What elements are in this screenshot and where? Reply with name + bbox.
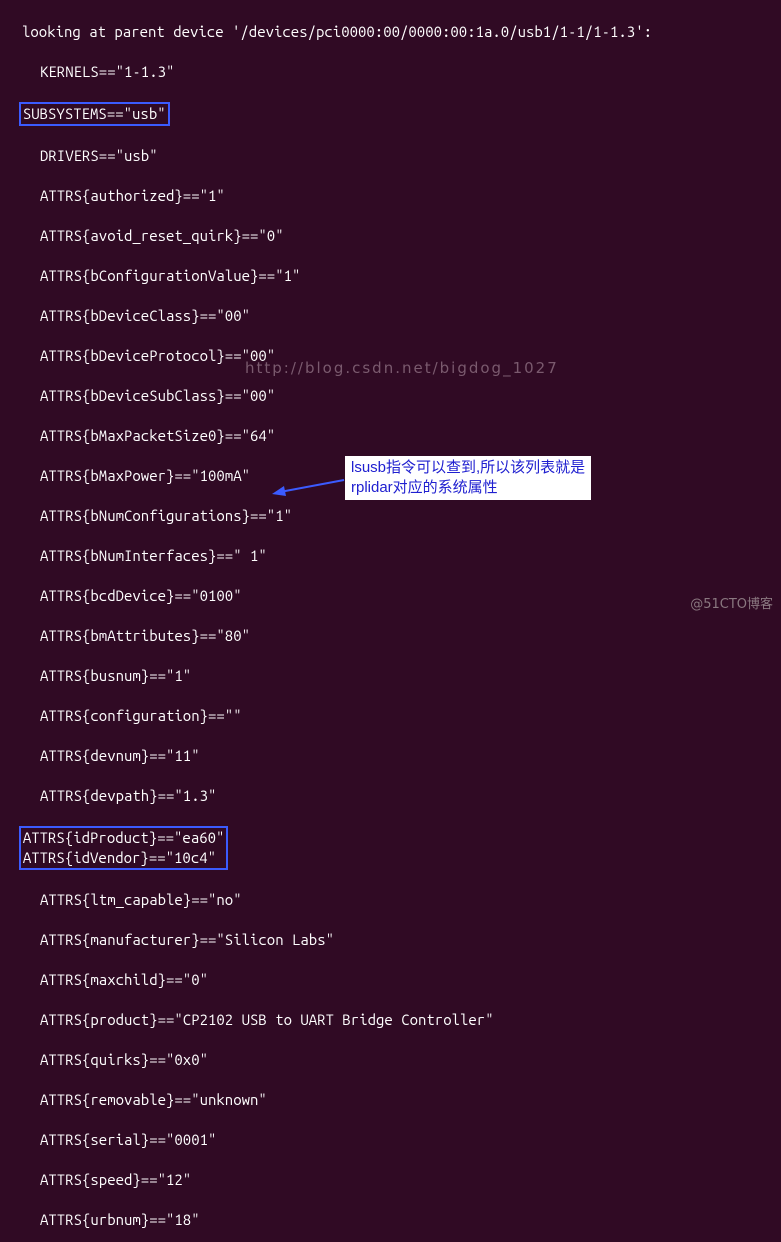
attr-line: ATTRS{devpath}=="1.3" — [4, 786, 781, 806]
attr-line: KERNELS=="1-1.3" — [4, 62, 781, 82]
annotation-line1: lsusb指令可以查到,所以该列表就是 — [351, 458, 585, 478]
attr-line-boxed: ATTRS{idProduct}=="ea60" ATTRS{idVendor}… — [4, 826, 781, 870]
terminal-output: looking at parent device '/devices/pci00… — [0, 0, 781, 1242]
attr-line: ATTRS{configuration}=="" — [4, 706, 781, 726]
attr-line: ATTRS{bConfigurationValue}=="1" — [4, 266, 781, 286]
attr-line: ATTRS{avoid_reset_quirk}=="0" — [4, 226, 781, 246]
attr-line: DRIVERS=="usb" — [4, 146, 781, 166]
attr-line: ATTRS{bcdDevice}=="0100" — [4, 586, 781, 606]
attr-line: ATTRS{product}=="CP2102 USB to UART Brid… — [4, 1010, 781, 1030]
attr-line: ATTRS{urbnum}=="18" — [4, 1210, 781, 1230]
attr-idproduct: ATTRS{idProduct}=="ea60" — [23, 829, 225, 846]
attr-line: ATTRS{ltm_capable}=="no" — [4, 890, 781, 910]
highlight-idproduct-idvendor: ATTRS{idProduct}=="ea60" ATTRS{idVendor}… — [19, 826, 229, 870]
highlight-subsystems: SUBSYSTEMS=="usb" — [19, 102, 170, 126]
attr-line: ATTRS{bMaxPacketSize0}=="64" — [4, 426, 781, 446]
annotation-callout: lsusb指令可以查到,所以该列表就是 rplidar对应的系统属性 — [345, 456, 591, 500]
attr-line: ATTRS{manufacturer}=="Silicon Labs" — [4, 930, 781, 950]
annotation-line2: rplidar对应的系统属性 — [351, 478, 585, 498]
header-line: looking at parent device '/devices/pci00… — [4, 22, 781, 42]
attr-line: ATTRS{bDeviceProtocol}=="00" — [4, 346, 781, 366]
attr-line: ATTRS{bDeviceClass}=="00" — [4, 306, 781, 326]
attr-line: ATTRS{quirks}=="0x0" — [4, 1050, 781, 1070]
attr-line: ATTRS{speed}=="12" — [4, 1170, 781, 1190]
attr-line: ATTRS{maxchild}=="0" — [4, 970, 781, 990]
attr-line: ATTRS{bmAttributes}=="80" — [4, 626, 781, 646]
attr-line: ATTRS{devnum}=="11" — [4, 746, 781, 766]
attr-line: ATTRS{removable}=="unknown" — [4, 1090, 781, 1110]
attr-line: ATTRS{serial}=="0001" — [4, 1130, 781, 1150]
attr-line: ATTRS{bDeviceSubClass}=="00" — [4, 386, 781, 406]
attr-line: ATTRS{authorized}=="1" — [4, 186, 781, 206]
attr-line: ATTRS{bNumConfigurations}=="1" — [4, 506, 781, 526]
attr-line: ATTRS{bNumInterfaces}==" 1" — [4, 546, 781, 566]
attr-line: ATTRS{busnum}=="1" — [4, 666, 781, 686]
attr-idvendor: ATTRS{idVendor}=="10c4" — [23, 849, 216, 866]
attr-line-boxed: SUBSYSTEMS=="usb" — [4, 102, 781, 126]
